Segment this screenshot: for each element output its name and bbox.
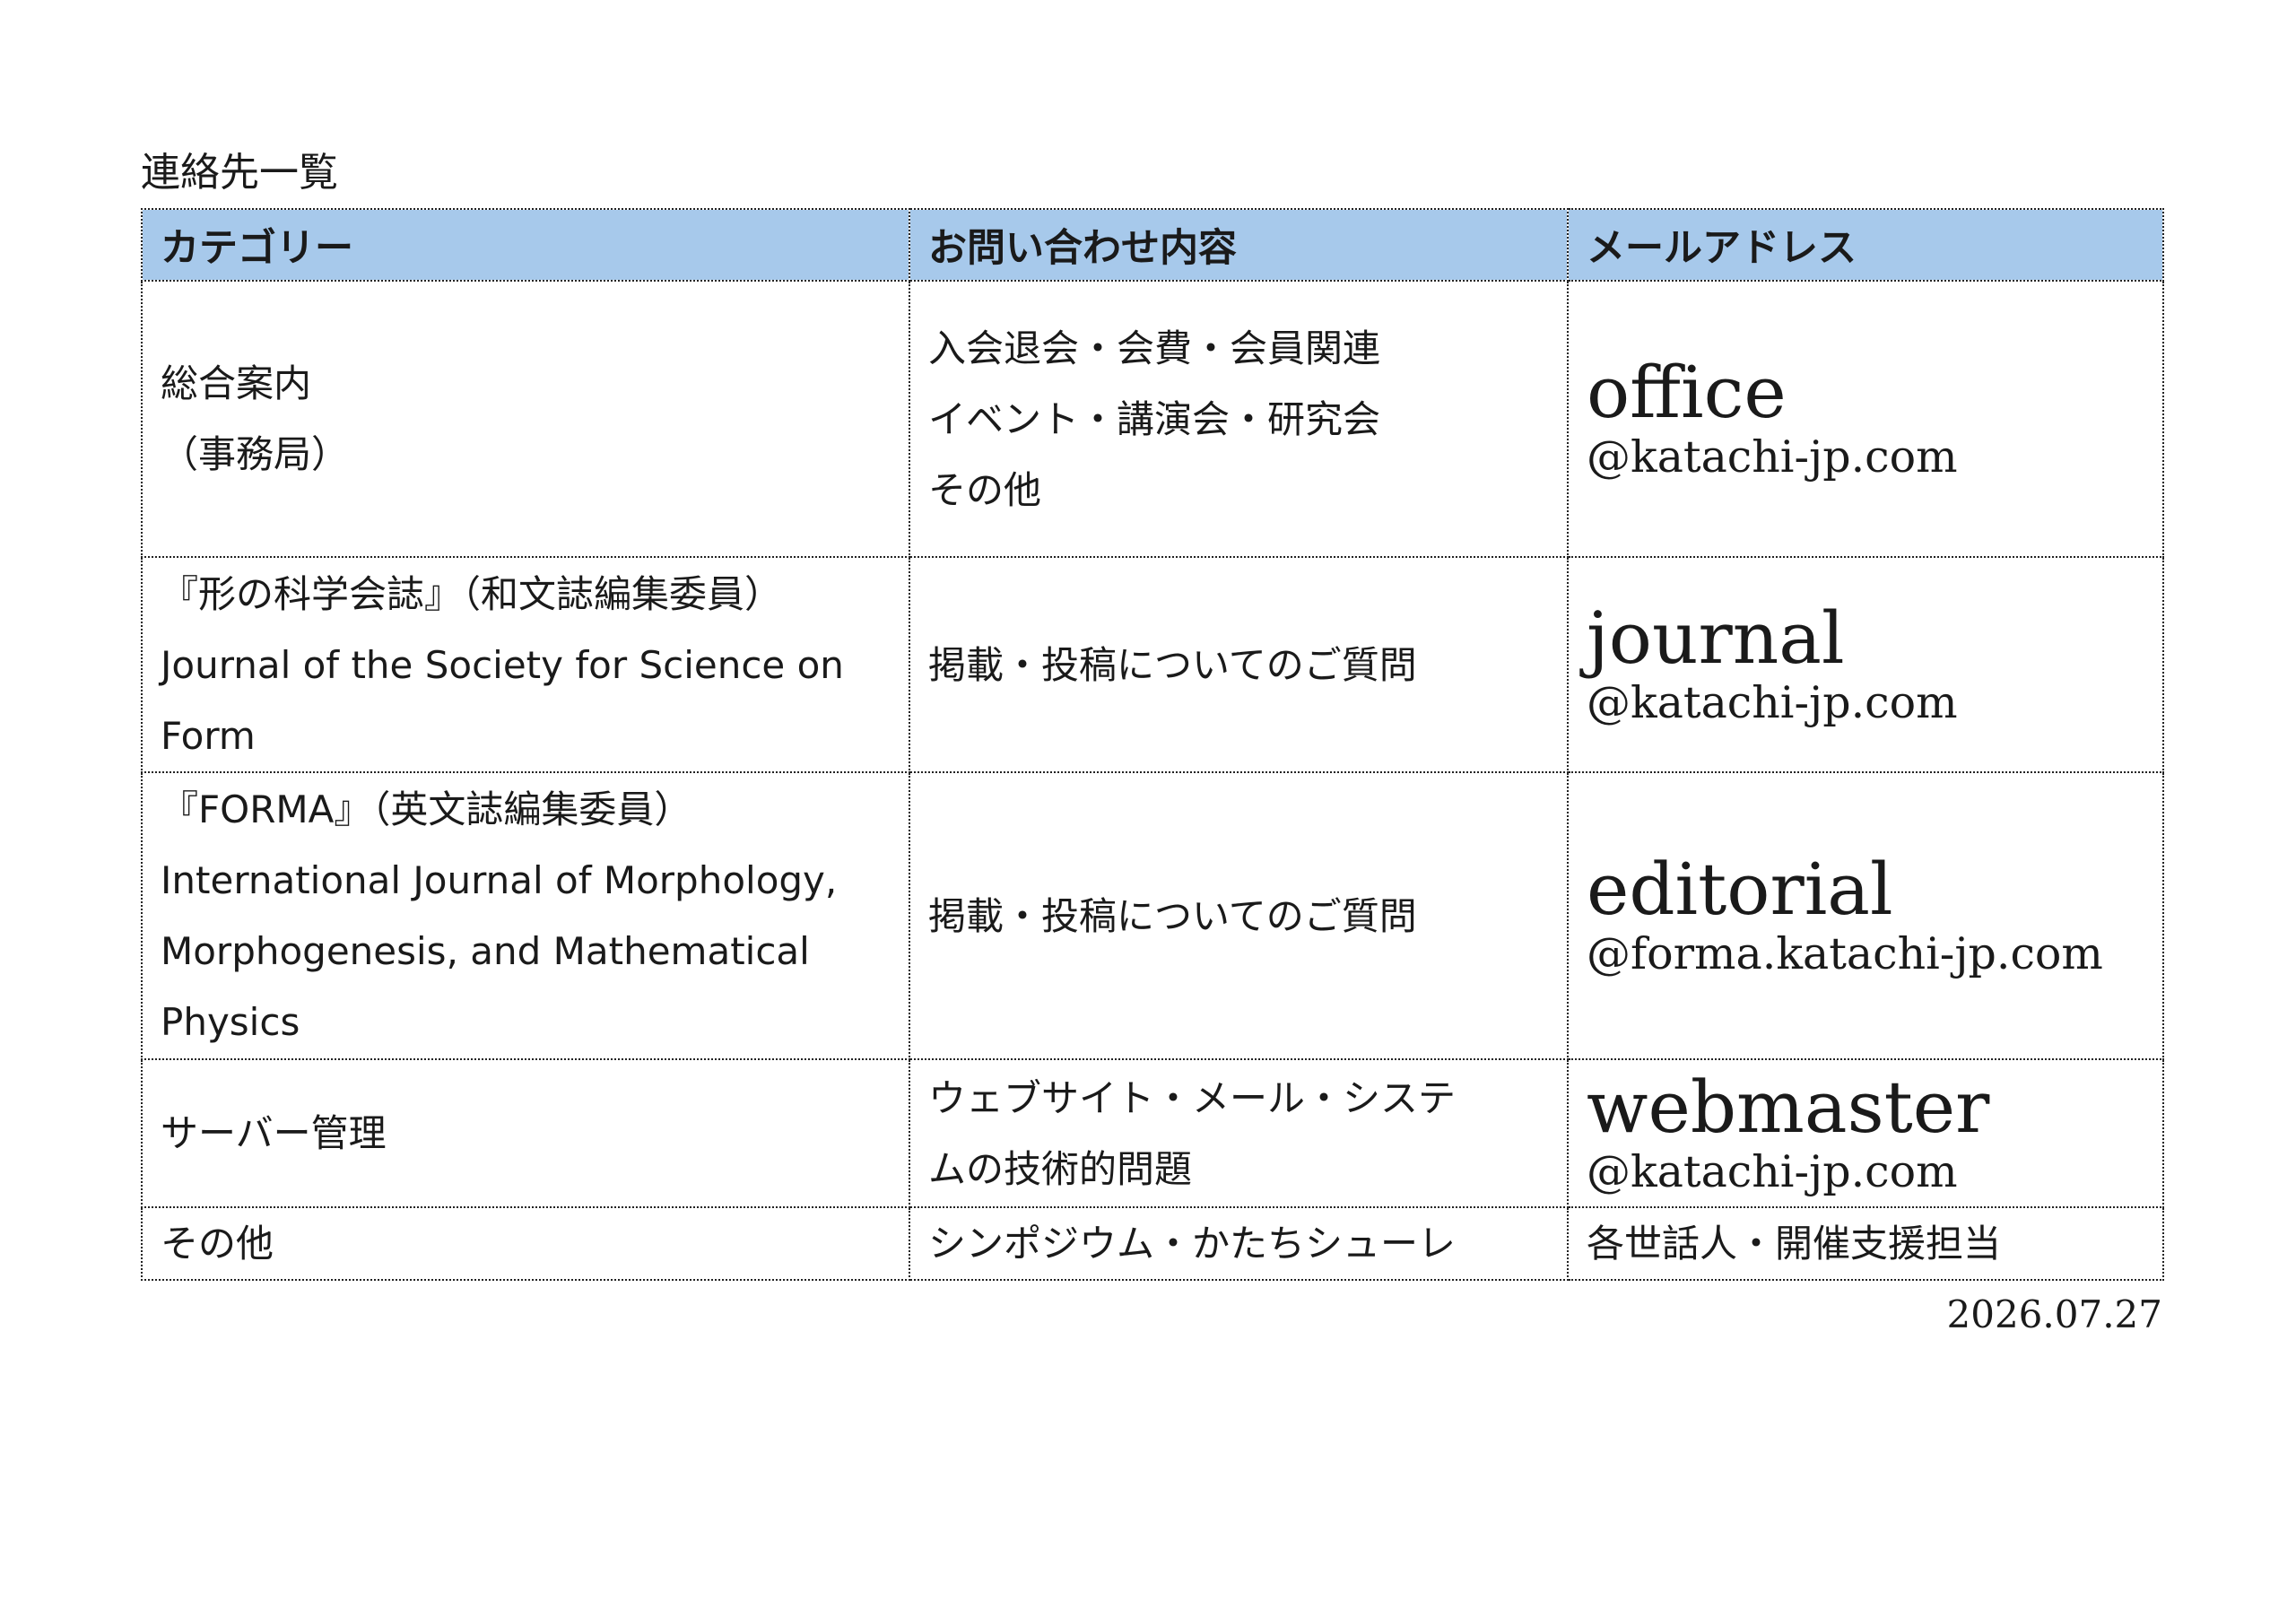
- category-text: Morphogenesis, and Mathematical: [161, 929, 810, 973]
- category-text: 総合案内: [161, 361, 312, 405]
- email-cell: editorial @forma.katachi-jp.com: [1567, 771, 2164, 1060]
- email-cell: journal @katachi-jp.com: [1567, 556, 2164, 773]
- category-cell: 『FORMA』（英文誌編集委員） International Journal o…: [141, 771, 910, 1060]
- inquiry-text: シンポジウム・かたちシューレ: [928, 1222, 1457, 1266]
- category-cell: その他: [141, 1206, 910, 1281]
- table-row: 『形の科学会誌』（和文誌編集委員） Journal of the Society…: [141, 556, 2164, 773]
- category-cell: サーバー管理: [141, 1058, 910, 1208]
- category-cell: 『形の科学会誌』（和文誌編集委員） Journal of the Society…: [141, 556, 910, 773]
- inquiry-cell: 掲載・投稿についてのご質問: [909, 771, 1569, 1060]
- email-cell: webmaster @katachi-jp.com: [1567, 1058, 2164, 1208]
- column-header-category: カテゴリー: [141, 208, 910, 282]
- page-title: 連絡先一覧: [141, 150, 338, 196]
- table-row: サーバー管理 ウェブサイト・メール・システ ムの技術的問題 webmaster …: [141, 1058, 2164, 1208]
- email-user-webmaster: webmaster: [1587, 1065, 1990, 1149]
- category-text: Journal of the Society for Science on: [161, 642, 844, 687]
- email-domain: @katachi-jp.com: [1587, 677, 1958, 728]
- table-header-row: カテゴリー お問い合わせ内容 メールアドレス: [141, 208, 2164, 282]
- email-user-office: office: [1587, 351, 1787, 434]
- inquiry-text: 掲載・投稿についてのご質問: [928, 893, 1417, 938]
- inquiry-text: ムの技術的問題: [928, 1146, 1193, 1191]
- email-cell: 各世話人・開催支援担当: [1567, 1206, 2164, 1281]
- email-domain: @katachi-jp.com: [1587, 431, 1958, 483]
- category-cell: 総合案内 （事務局）: [141, 280, 910, 558]
- email-cell: office @katachi-jp.com: [1567, 280, 2164, 558]
- category-text: Physics: [161, 1000, 300, 1044]
- category-text: International Journal of Morphology,: [161, 858, 838, 902]
- inquiry-cell: 掲載・投稿についてのご質問: [909, 556, 1569, 773]
- category-text: サーバー管理: [161, 1111, 387, 1155]
- inquiry-text: ウェブサイト・メール・システ: [928, 1075, 1457, 1120]
- category-text: Form: [161, 713, 256, 758]
- contact-table: カテゴリー お問い合わせ内容 メールアドレス 総合案内 （事務局） 入会退会・会…: [141, 208, 2164, 1281]
- email-user-journal: journal: [1587, 596, 1845, 680]
- inquiry-text: 入会退会・会費・会員関連: [928, 326, 1381, 370]
- inquiry-cell: 入会退会・会費・会員関連 イベント・講演会・研究会 その他: [909, 280, 1569, 558]
- inquiry-text: 掲載・投稿についてのご質問: [928, 642, 1417, 687]
- document-date: 2026.07.27: [1946, 1292, 2162, 1336]
- email-domain: @katachi-jp.com: [1587, 1145, 1958, 1197]
- inquiry-text: その他: [928, 467, 1042, 512]
- column-header-email: メールアドレス: [1567, 208, 2164, 282]
- email-user-editorial: editorial: [1587, 848, 1893, 931]
- table-row: 『FORMA』（英文誌編集委員） International Journal o…: [141, 771, 2164, 1060]
- inquiry-text: イベント・講演会・研究会: [928, 396, 1381, 441]
- contact-person-text: 各世話人・開催支援担当: [1587, 1222, 2002, 1266]
- email-domain: @forma.katachi-jp.com: [1587, 928, 2103, 979]
- category-text: 『FORMA』（英文誌編集委員）: [161, 787, 692, 831]
- inquiry-cell: ウェブサイト・メール・システ ムの技術的問題: [909, 1058, 1569, 1208]
- category-text: （事務局）: [161, 432, 350, 476]
- column-header-inquiry: お問い合わせ内容: [909, 208, 1569, 282]
- category-text: その他: [161, 1222, 274, 1266]
- table-row: その他 シンポジウム・かたちシューレ 各世話人・開催支援担当: [141, 1206, 2164, 1281]
- table-row: 総合案内 （事務局） 入会退会・会費・会員関連 イベント・講演会・研究会 その他…: [141, 280, 2164, 558]
- category-text: 『形の科学会誌』（和文誌編集委員）: [161, 571, 783, 616]
- inquiry-cell: シンポジウム・かたちシューレ: [909, 1206, 1569, 1281]
